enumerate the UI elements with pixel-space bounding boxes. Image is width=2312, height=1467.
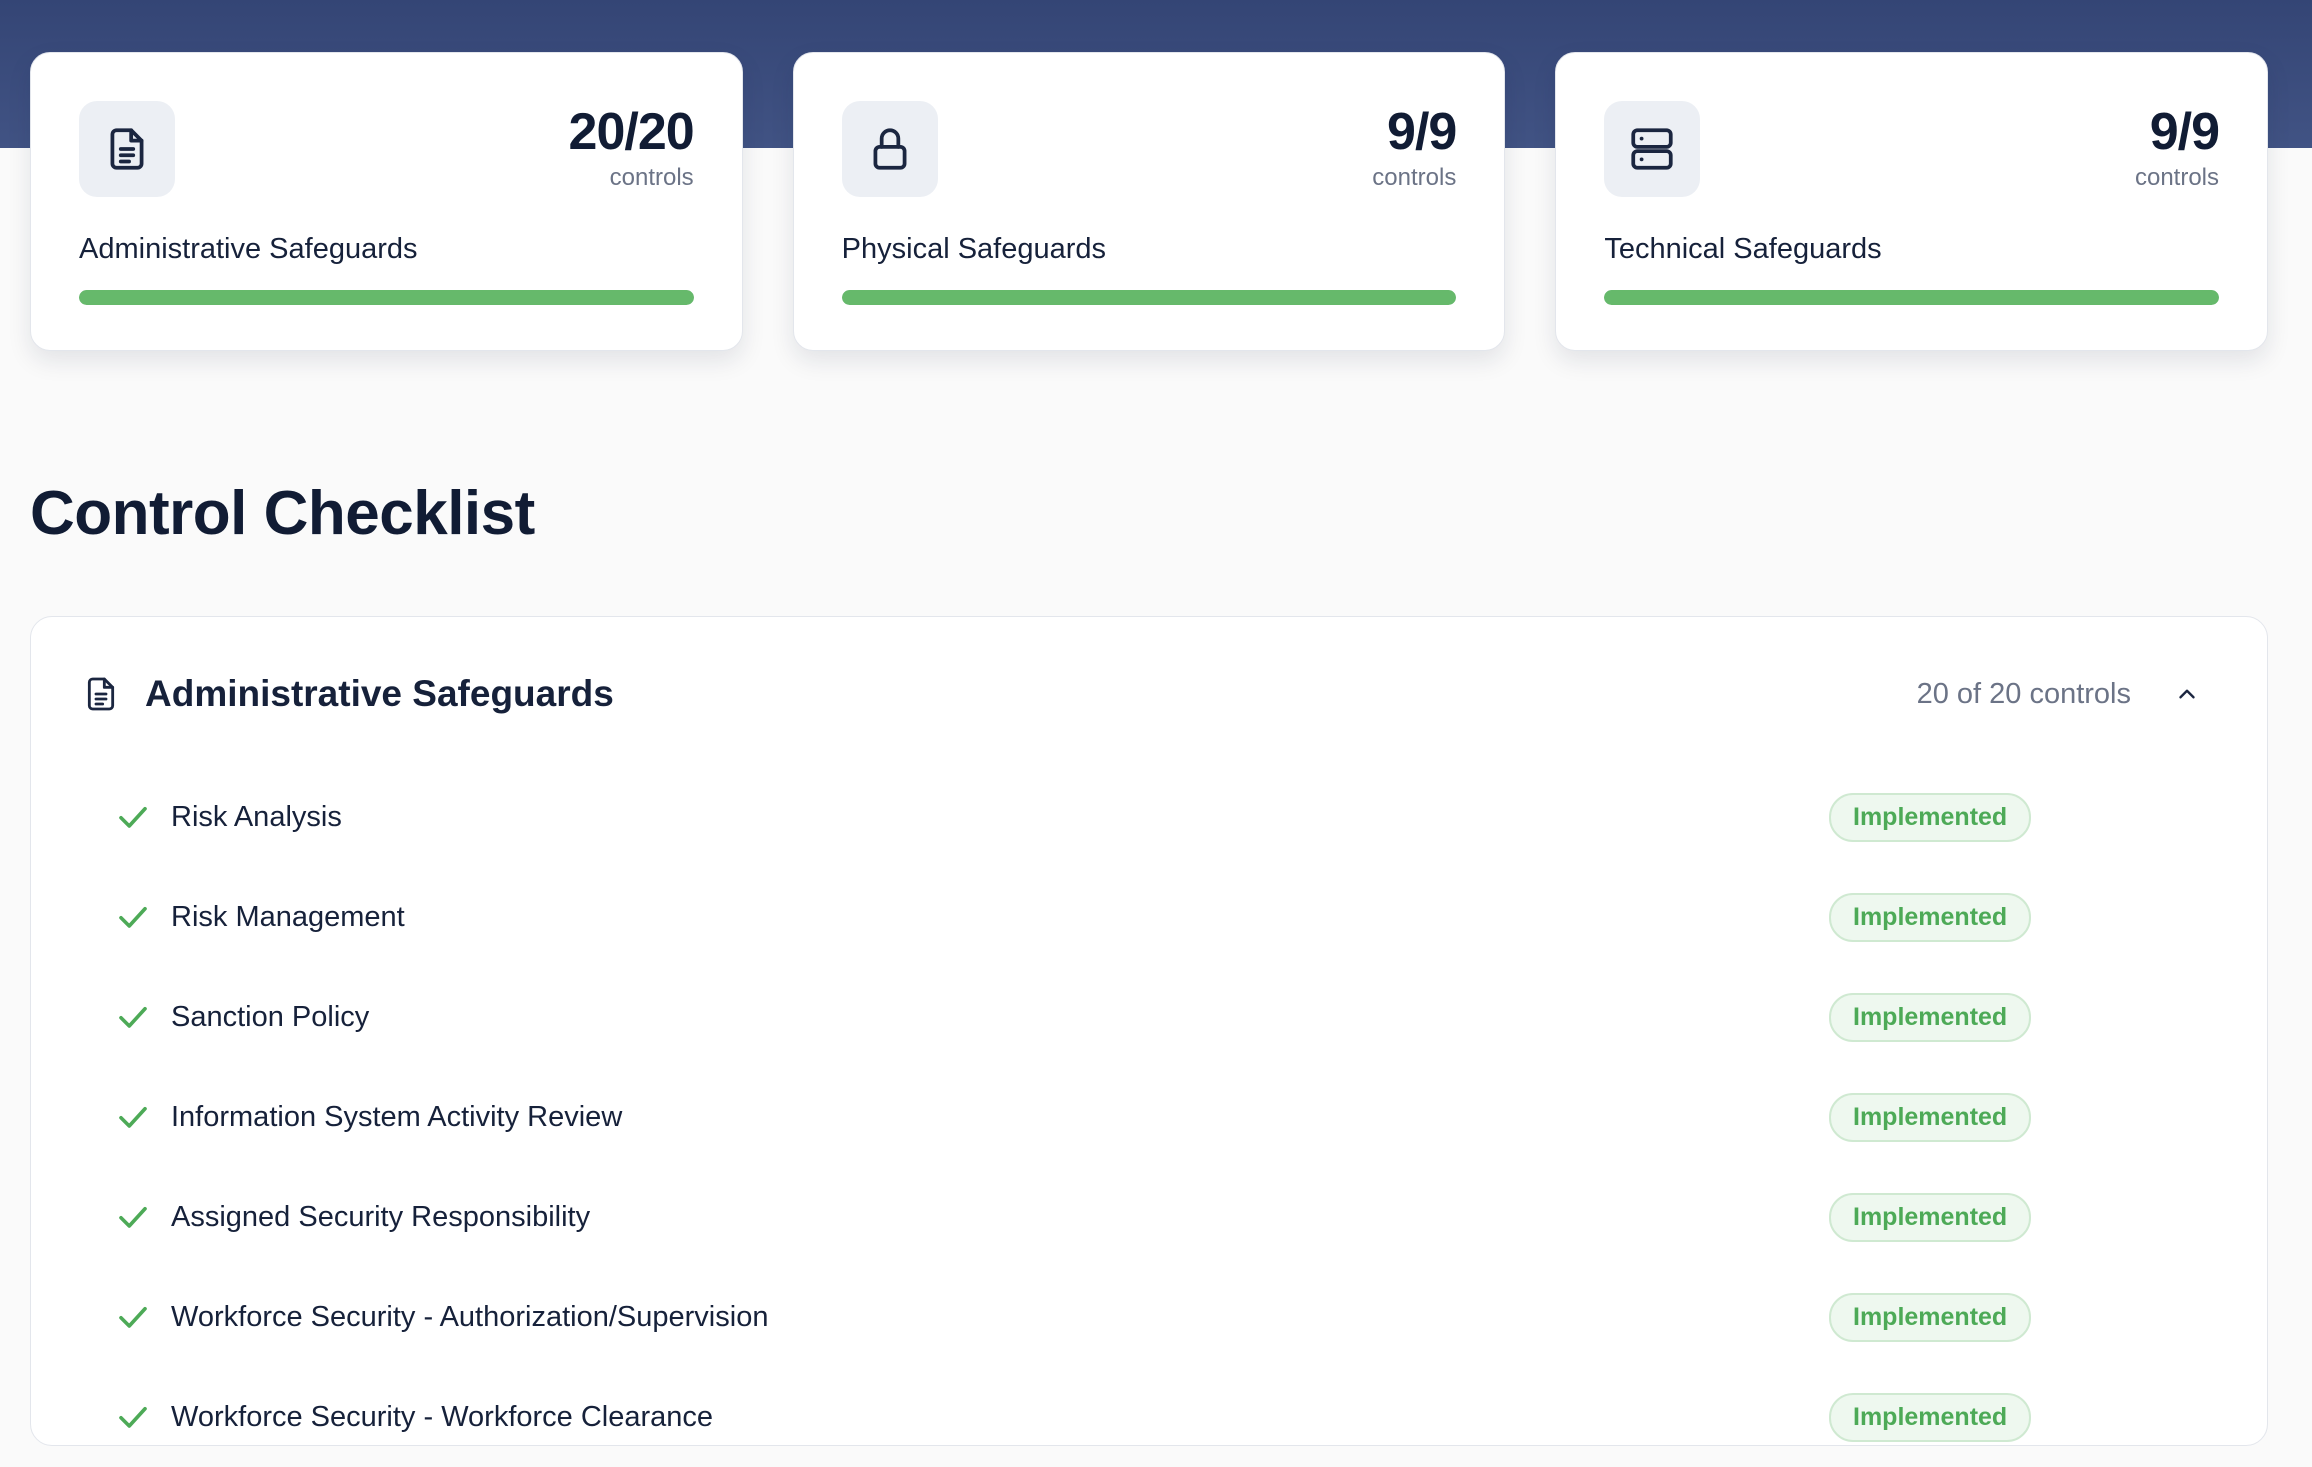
check-icon <box>113 1197 153 1237</box>
server-icon <box>1604 101 1701 197</box>
control-label: Workforce Security - Workforce Clearance <box>171 1400 714 1433</box>
list-item[interactable]: Risk Management Implemented <box>113 867 2267 967</box>
card-count: 9/9 <box>2149 103 2220 161</box>
check-icon <box>113 897 153 937</box>
checklist-section-count: 20 of 20 controls <box>1916 677 2131 710</box>
check-icon <box>113 997 153 1037</box>
status-badge: Implemented <box>1829 892 2032 942</box>
progress-bar <box>79 290 694 305</box>
checklist-panel-administrative: Administrative Safeguards 20 of 20 contr… <box>30 616 2268 1446</box>
control-label: Workforce Security - Authorization/Super… <box>171 1300 769 1333</box>
control-label: Information System Activity Review <box>171 1100 623 1133</box>
chevron-up-icon[interactable] <box>2171 678 2203 710</box>
card-title: Technical Safeguards <box>1604 233 1882 265</box>
summary-card-administrative[interactable]: 20/20 controls Administrative Safeguards <box>30 52 743 351</box>
control-label: Risk Analysis <box>171 800 342 833</box>
card-count-unit: controls <box>1372 163 1457 191</box>
list-item[interactable]: Workforce Security - Workforce Clearance… <box>113 1367 2267 1467</box>
lock-icon <box>841 101 938 197</box>
document-icon <box>81 674 121 714</box>
list-item[interactable]: Sanction Policy Implemented <box>113 967 2267 1067</box>
progress-fill <box>79 290 694 305</box>
progress-fill <box>1604 290 2220 305</box>
checklist-items: Risk Analysis Implemented Risk Managemen… <box>113 767 2267 1467</box>
card-title: Administrative Safeguards <box>79 233 418 265</box>
status-badge: Implemented <box>1829 792 2032 842</box>
status-badge: Implemented <box>1829 1192 2032 1242</box>
check-icon <box>113 797 153 837</box>
progress-bar <box>841 290 1457 305</box>
card-count-unit: controls <box>609 163 694 191</box>
checklist-section-header[interactable]: Administrative Safeguards 20 of 20 contr… <box>81 657 2217 731</box>
check-icon <box>113 1097 153 1137</box>
progress-bar <box>1604 290 2220 305</box>
card-count-unit: controls <box>2134 163 2220 191</box>
summary-card-technical[interactable]: 9/9 controls Technical Safeguards <box>1555 52 2269 351</box>
card-count: 9/9 <box>1387 103 1457 161</box>
checklist-section-title: Administrative Safeguards <box>145 673 614 714</box>
progress-fill <box>841 290 1457 305</box>
list-item[interactable]: Assigned Security Responsibility Impleme… <box>113 1167 2267 1267</box>
page-section-title: Control Checklist <box>30 479 535 548</box>
summary-card-physical[interactable]: 9/9 controls Physical Safeguards <box>792 52 1506 351</box>
list-item[interactable]: Workforce Security - Authorization/Super… <box>113 1267 2267 1367</box>
check-icon <box>113 1397 153 1437</box>
summary-cards: 20/20 controls Administrative Safeguards… <box>30 52 2269 351</box>
status-badge: Implemented <box>1829 1292 2032 1342</box>
document-icon <box>79 101 175 197</box>
status-badge: Implemented <box>1829 1092 2032 1142</box>
list-item[interactable]: Risk Analysis Implemented <box>113 767 2267 867</box>
card-title: Physical Safeguards <box>841 233 1107 265</box>
control-label: Assigned Security Responsibility <box>171 1200 591 1233</box>
status-badge: Implemented <box>1829 992 2032 1042</box>
list-item[interactable]: Information System Activity Review Imple… <box>113 1067 2267 1167</box>
check-icon <box>113 1297 153 1337</box>
card-count: 20/20 <box>568 103 695 161</box>
control-label: Risk Management <box>171 900 405 933</box>
status-badge: Implemented <box>1829 1392 2032 1442</box>
control-label: Sanction Policy <box>171 1000 370 1033</box>
